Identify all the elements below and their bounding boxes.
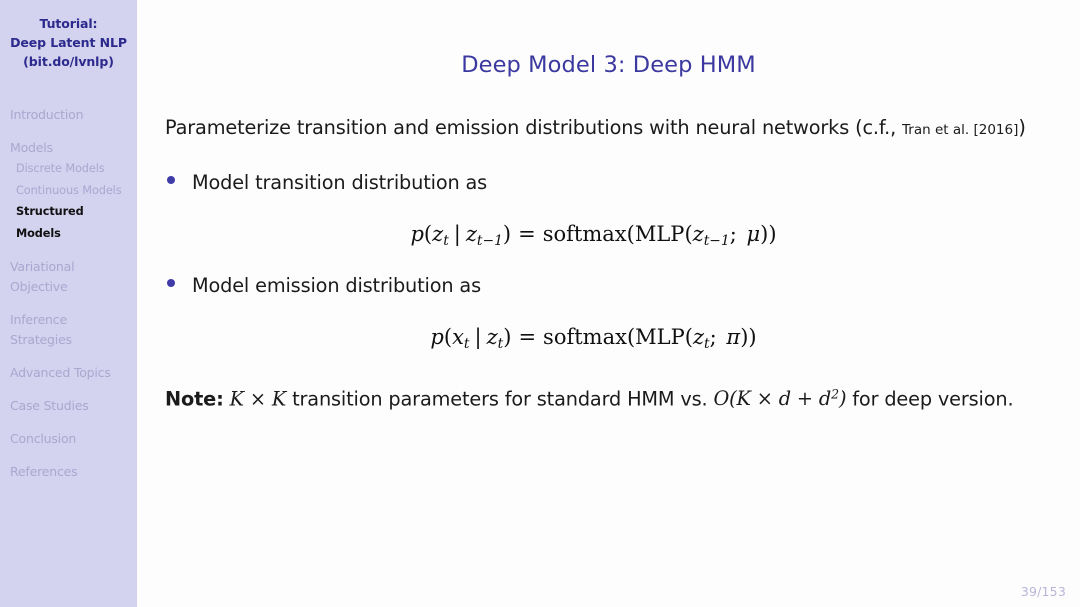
sidebar-navigation: Tutorial: Deep Latent NLP (bit.do/lvnlp)… xyxy=(0,0,137,607)
table-of-contents: Introduction Models Discrete Models Cont… xyxy=(0,105,137,482)
note-label: Note: xyxy=(165,387,224,411)
eq2-inner-sub: t xyxy=(704,335,710,352)
bullet-dot-icon xyxy=(167,278,175,287)
intro-main-text: Parameterize transition and emission dis… xyxy=(165,116,903,139)
sidebar-item-conclusion[interactable]: Conclusion xyxy=(10,429,127,449)
eq1-lhs-fn: p xyxy=(410,222,424,246)
eq2-lhs-sub: t xyxy=(463,335,470,352)
sidebar-item-structured-models[interactable]: Structured Models xyxy=(10,201,127,244)
eq1-param: μ xyxy=(746,222,761,246)
note-block: Note: K × K transition parameters for st… xyxy=(137,374,1080,419)
sidebar-item-advanced-topics[interactable]: Advanced Topics xyxy=(10,363,127,383)
eq1-inner-var: z xyxy=(692,222,704,246)
equation-transition-distribution: p(zt | zt−1) = softmax(MLP(zt−1; μ)) xyxy=(410,222,777,249)
toc-section-inference-strategies: Inference Strategies xyxy=(0,310,137,350)
note-text-2: for deep version. xyxy=(846,387,1014,411)
sidebar-item-inference-strategies[interactable]: Inference Strategies xyxy=(10,310,127,350)
eq2-outer-fn: softmax xyxy=(543,324,627,349)
bullet-dot-icon xyxy=(167,176,175,184)
eq1-cond-var: z xyxy=(465,222,477,246)
eq2-cond-var: z xyxy=(486,324,498,349)
sidebar-title-line-3: (bit.do/lvnlp) xyxy=(23,54,114,69)
bullet-label-transition: Model transition distribution as xyxy=(192,171,488,194)
eq2-lhs-fn: p xyxy=(430,324,444,349)
toc-section-advanced-topics: Advanced Topics xyxy=(0,363,137,383)
eq1-inner-sub: t−1 xyxy=(703,232,730,249)
eq1-outer-fn: softmax xyxy=(542,222,627,246)
eq1-relation: = xyxy=(518,222,536,246)
page-number: 39/153 xyxy=(1020,584,1066,599)
intro-paragraph: Parameterize transition and emission dis… xyxy=(165,108,1045,150)
sidebar-item-case-studies[interactable]: Case Studies xyxy=(10,396,127,416)
note-text-1: transition parameters for standard HMM v… xyxy=(286,387,714,411)
toc-section-variational-objective: Variational Objective xyxy=(0,257,137,297)
equation-emission-distribution: p(xt | zt) = softmax(MLP(zt; π)) xyxy=(430,324,757,352)
sidebar-title-line-1: Tutorial: xyxy=(39,16,98,31)
bullet-list: Model transition distribution as p(zt | zt… xyxy=(137,168,1080,352)
page-title: Deep Model 3: Deep HMM xyxy=(461,52,756,78)
sidebar-title-line-2: Deep Latent NLP xyxy=(10,35,127,50)
sidebar-item-discrete-models[interactable]: Discrete Models xyxy=(10,158,127,180)
note-math-complexity: O(K × d + d2) xyxy=(714,387,847,410)
intro-paragraph-block: Parameterize transition and emission dis… xyxy=(137,108,1080,150)
eq2-lhs-var: x xyxy=(452,324,464,349)
toc-section-case-studies: Case Studies xyxy=(0,396,137,416)
sidebar-title: Tutorial: Deep Latent NLP (bit.do/lvnlp) xyxy=(0,14,137,71)
sidebar-item-continuous-models[interactable]: Continuous Models xyxy=(10,180,127,202)
toc-section-introduction: Introduction xyxy=(0,105,137,125)
list-item: Model emission distribution as xyxy=(137,271,1080,301)
note-math-kxk: K × K xyxy=(229,387,287,411)
sidebar-item-models[interactable]: Models xyxy=(10,138,127,158)
sidebar-item-variational-objective[interactable]: Variational Objective xyxy=(10,257,127,297)
sidebar-item-introduction[interactable]: Introduction xyxy=(10,105,127,125)
eq2-param: π xyxy=(726,324,741,349)
eq1-lhs-sub: t xyxy=(443,232,449,249)
citation-reference[interactable]: Tran et al. [2016] xyxy=(902,122,1018,138)
eq2-inner-fn: MLP xyxy=(635,324,685,349)
eq1-cond-sub: t−1 xyxy=(476,232,503,249)
eq1-lhs-var: z xyxy=(432,222,444,246)
presentation-slide: Tutorial: Deep Latent NLP (bit.do/lvnlp)… xyxy=(0,0,1080,607)
toc-section-models: Models Discrete Models Continuous Models… xyxy=(0,138,137,244)
note-math-complexity-exponent: 2 xyxy=(831,386,839,402)
note-math-complexity-base: O(K × d + d xyxy=(713,387,832,411)
sidebar-item-references[interactable]: References xyxy=(10,462,127,482)
toc-section-conclusion: Conclusion xyxy=(0,429,137,449)
eq2-relation: = xyxy=(518,324,537,349)
list-item: Model transition distribution as xyxy=(137,168,1080,198)
slide-content: Deep Model 3: Deep HMM Parameterize tran… xyxy=(137,0,1080,607)
intro-closing-paren: ) xyxy=(1018,116,1026,139)
toc-section-references: References xyxy=(0,462,137,482)
bullet-label-emission: Model emission distribution as xyxy=(192,273,481,297)
eq2-inner-var: z xyxy=(692,324,705,349)
eq1-inner-fn: MLP xyxy=(634,222,685,246)
